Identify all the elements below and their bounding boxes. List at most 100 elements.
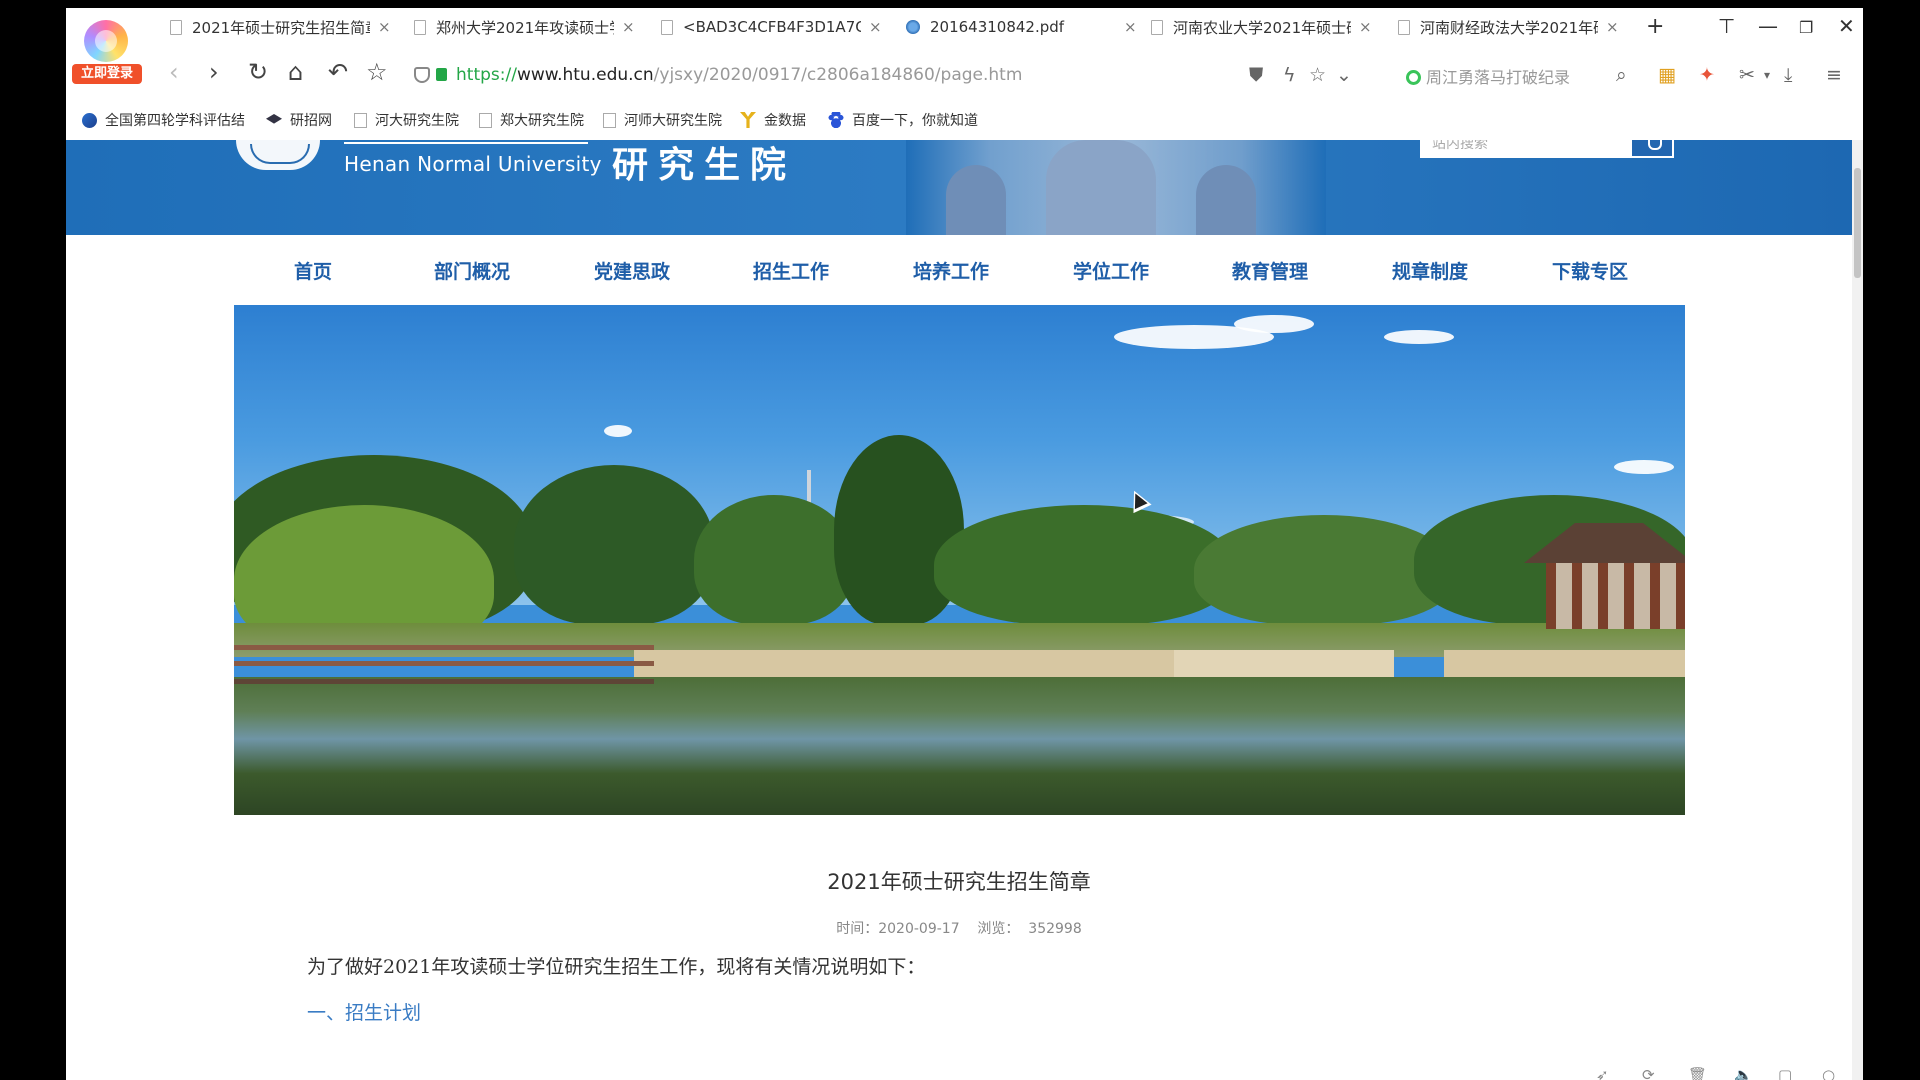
tab-close-icon[interactable]: ×: [1606, 18, 1619, 36]
bookmark-item[interactable]: 百度一下，你就知道: [828, 110, 978, 130]
address-bar[interactable]: https://www.htu.edu.cn/yjsxy/2020/0917/c…: [414, 58, 1454, 92]
game-icon[interactable]: ✦: [1699, 64, 1715, 86]
tab-3[interactable]: <BAD3C4CFB4F3D1A7CE ×: [661, 12, 882, 42]
header-gate-photo: [906, 140, 1326, 235]
home-icon[interactable]: ⌂: [288, 58, 303, 86]
menu-item-party[interactable]: 党建思政: [594, 257, 670, 284]
lightning-icon[interactable]: ϟ: [1283, 64, 1296, 86]
shield-icon: [414, 67, 430, 83]
site-header: Henan Normal University 研究生院 站内搜索: [66, 140, 1852, 235]
menu-item-overview[interactable]: 部门概况: [434, 257, 510, 284]
minimize-button[interactable]: —: [1758, 14, 1778, 38]
new-tab-button[interactable]: +: [1646, 14, 1664, 39]
bookmarks-bar: 全国第四轮学科评估结 研招网 河大研究生院 郑大研究生院 河师大研究生院 金数据…: [66, 100, 1863, 140]
pdf-icon: [906, 20, 920, 34]
doc-icon: [170, 19, 182, 35]
tab-4[interactable]: 20164310842.pdf ×: [906, 12, 1137, 42]
menu-item-degree[interactable]: 学位工作: [1073, 257, 1149, 284]
tab-title: 河南财经政法大学2021年硕: [1420, 18, 1598, 37]
page-scrollbar[interactable]: [1852, 140, 1863, 1080]
apps-grid-icon[interactable]: ▦: [1658, 64, 1676, 86]
download-icon[interactable]: ⤓: [1784, 64, 1792, 86]
header-divider: [344, 142, 588, 144]
tab-close-icon[interactable]: ×: [378, 18, 391, 36]
tab-strip: 立即登录 2021年硕士研究生招生简章 × 郑州大学2021年攻读硕士学 × <…: [66, 8, 1863, 84]
search-icon[interactable]: ⌕: [1616, 64, 1627, 86]
tab-6[interactable]: 河南财经政法大学2021年硕 ×: [1398, 12, 1619, 42]
menu-item-education[interactable]: 教育管理: [1232, 257, 1308, 284]
toolbar: ‹ › ↻ ⌂ ↶ ☆ https://www.htu.edu.cn/yjsxy…: [66, 50, 1863, 100]
tab-close-icon[interactable]: ×: [622, 18, 635, 36]
doc-icon: [1151, 19, 1163, 35]
menu-item-home[interactable]: 首页: [294, 257, 332, 284]
tab-1[interactable]: 2021年硕士研究生招生简章 ×: [170, 12, 391, 42]
doc-icon: [414, 19, 426, 35]
menu-item-regulations[interactable]: 规章制度: [1392, 257, 1468, 284]
tab-title: 河南农业大学2021年硕士研: [1173, 18, 1351, 37]
tree: [934, 505, 1234, 625]
forward-icon[interactable]: ›: [209, 58, 219, 86]
speaker-icon[interactable]: 🔈: [1734, 1066, 1753, 1080]
bookmark-item[interactable]: 研招网: [266, 110, 332, 130]
menu-icon[interactable]: ≡: [1826, 64, 1842, 86]
back-icon[interactable]: ‹: [169, 58, 179, 86]
pavilion: [1546, 563, 1685, 629]
reload-icon[interactable]: ↻: [248, 58, 268, 86]
close-window-button[interactable]: ✕: [1838, 14, 1855, 38]
scissors-icon[interactable]: ✂: [1739, 64, 1755, 86]
tab-close-icon[interactable]: ×: [1124, 18, 1137, 36]
article-title: 2021年硕士研究生招生简章: [827, 870, 1091, 894]
graduation-cap-icon: [82, 112, 97, 128]
tree: [514, 465, 714, 625]
search-engine-icon: [1406, 70, 1421, 85]
chevron-down-icon[interactable]: ⌄: [1336, 64, 1352, 86]
bookmark-item[interactable]: 全国第四轮学科评估结: [82, 110, 245, 130]
tab-2[interactable]: 郑州大学2021年攻读硕士学 ×: [414, 12, 635, 42]
campus-banner-image: [234, 305, 1685, 815]
tab-close-icon[interactable]: ×: [869, 18, 882, 36]
cloud: [1234, 315, 1314, 333]
bridge-rail: [234, 645, 654, 650]
baidu-paw-icon: [828, 112, 844, 128]
site-search-button[interactable]: [1630, 140, 1674, 158]
site-chinese-name: 研究生院: [612, 144, 797, 186]
window-icon[interactable]: ▢: [1778, 1066, 1792, 1080]
tab-close-icon[interactable]: ×: [1359, 18, 1372, 36]
scissors-dropdown-icon[interactable]: ▾: [1764, 68, 1770, 82]
trash-icon[interactable]: 🗑: [1688, 1066, 1707, 1080]
site-search-input[interactable]: 站内搜索: [1420, 140, 1630, 158]
lock-icon: [436, 68, 447, 81]
menu-item-training[interactable]: 培养工作: [913, 257, 989, 284]
doc-icon: [1398, 19, 1410, 35]
cap-icon: [266, 114, 282, 124]
screen: 立即登录 2021年硕士研究生招生简章 × 郑州大学2021年攻读硕士学 × <…: [0, 0, 1920, 1080]
doc-icon: [479, 112, 492, 128]
bookmark-item[interactable]: 金数据: [740, 110, 806, 130]
tab-title: <BAD3C4CFB4F3D1A7CE: [683, 18, 861, 36]
undo-close-icon[interactable]: ↶: [328, 58, 348, 86]
banner-trees: [234, 435, 1685, 655]
shirt-icon[interactable]: ⊤: [1718, 14, 1735, 38]
arch-shape: [946, 165, 1006, 235]
lake-reflection: [234, 677, 1685, 815]
refresh-tool-icon[interactable]: ⟳: [1642, 1066, 1655, 1080]
bookmark-star-icon[interactable]: ☆: [1309, 64, 1326, 86]
search-hint[interactable]: 周江勇落马打破纪录: [1406, 64, 1570, 88]
tab-5[interactable]: 河南农业大学2021年硕士研 ×: [1151, 12, 1372, 42]
restore-button[interactable]: ❐: [1799, 18, 1813, 37]
bookmark-item[interactable]: 河师大研究生院: [603, 110, 722, 130]
doc-icon: [354, 112, 367, 128]
rocket-icon[interactable]: ➶: [1596, 1066, 1609, 1080]
favorite-star-icon[interactable]: ☆: [366, 58, 388, 86]
security-icon[interactable]: ⛊: [1249, 64, 1263, 86]
bookmark-item[interactable]: 郑大研究生院: [479, 110, 584, 130]
scroll-thumb[interactable]: [1854, 168, 1861, 278]
bookmark-item[interactable]: 河大研究生院: [354, 110, 459, 130]
menu-item-admissions[interactable]: 招生工作: [753, 257, 829, 284]
zoom-icon[interactable]: ○: [1822, 1066, 1835, 1080]
arch-shape: [1196, 165, 1256, 235]
site-english-name: Henan Normal University: [344, 152, 602, 176]
menu-item-downloads[interactable]: 下载专区: [1552, 257, 1628, 284]
tab-title: 20164310842.pdf: [930, 18, 1065, 36]
cloud: [604, 425, 632, 437]
